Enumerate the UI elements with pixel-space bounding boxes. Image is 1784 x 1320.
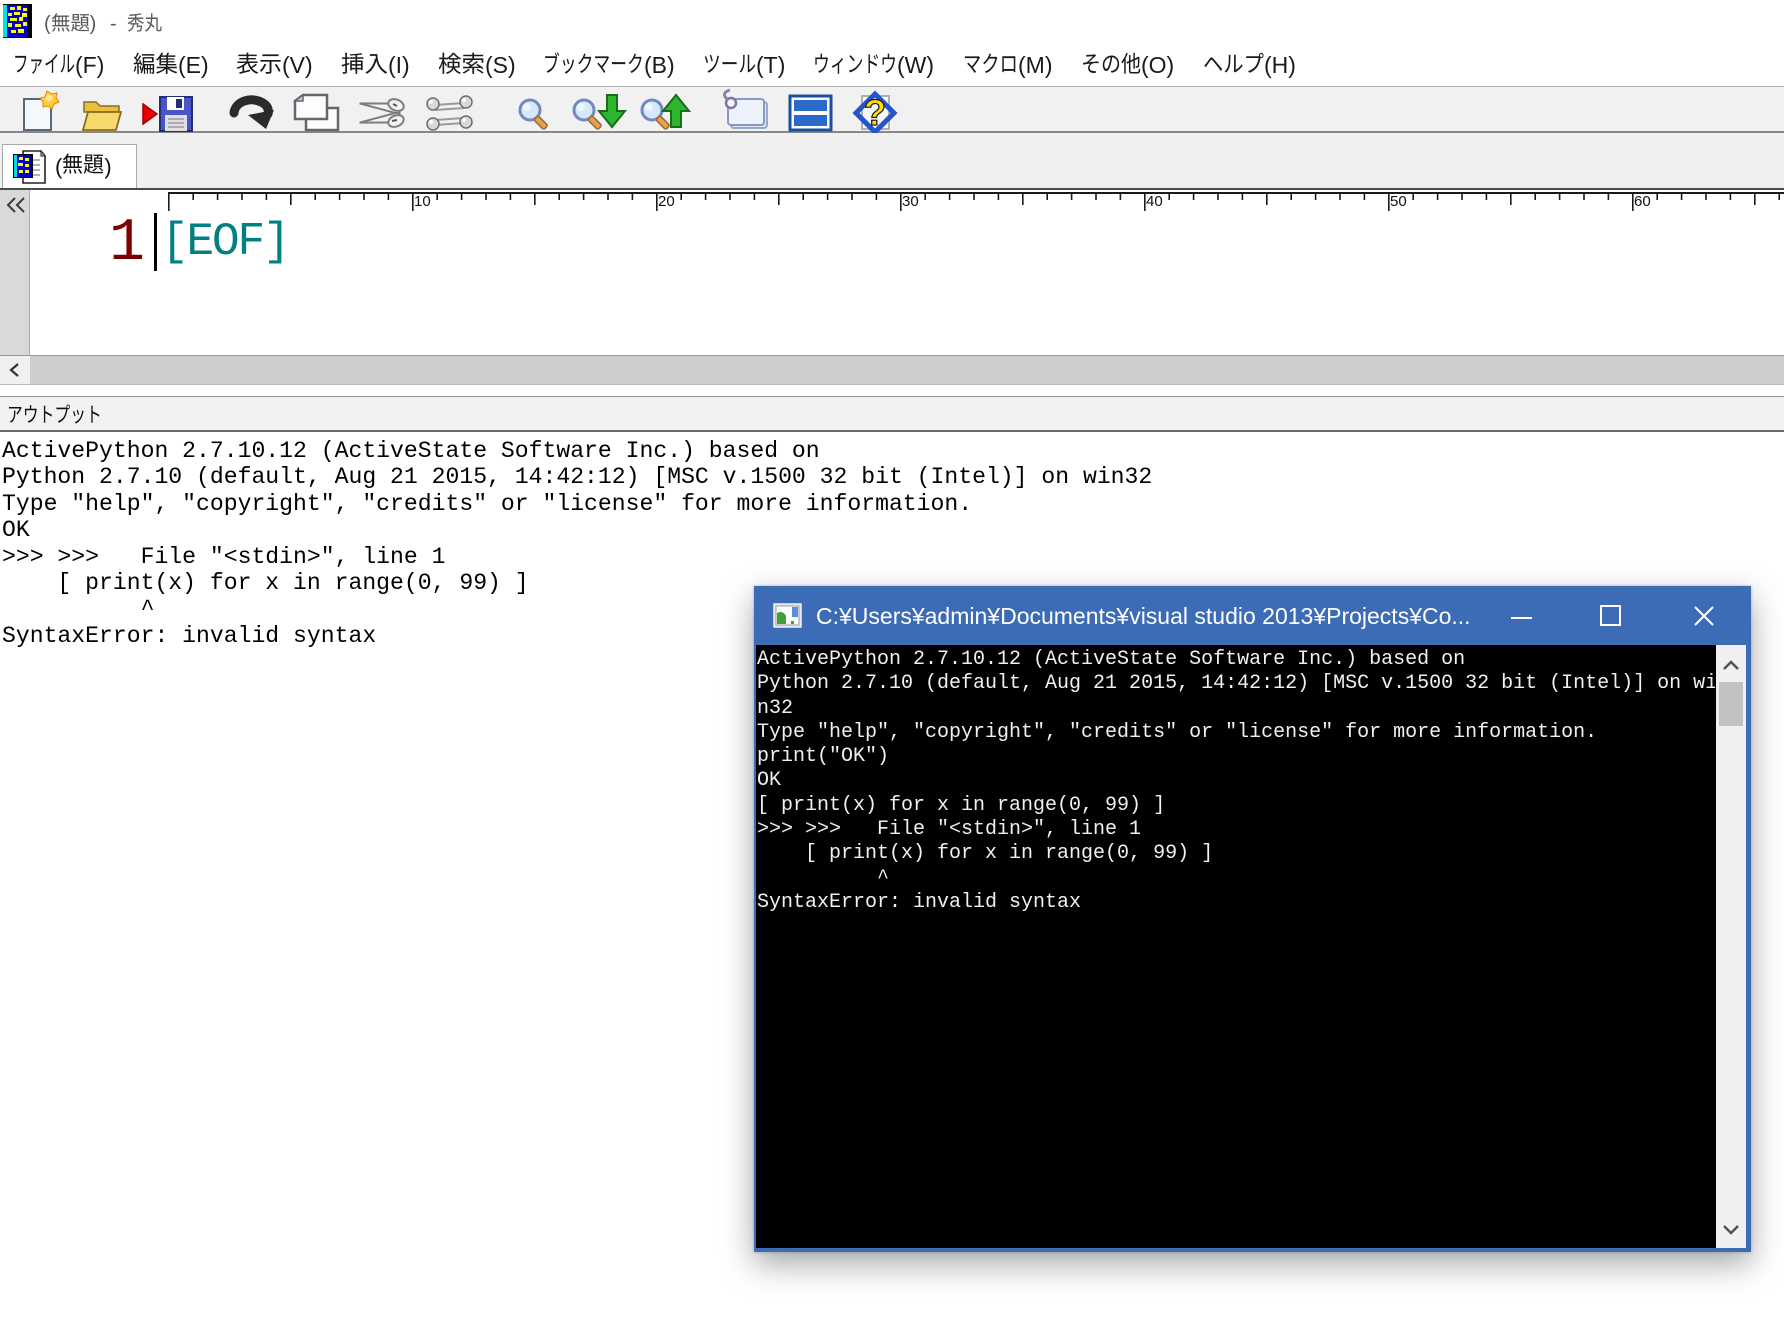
svg-text:40: 40 bbox=[1146, 193, 1163, 210]
svg-text:20: 20 bbox=[658, 193, 675, 210]
svg-text:50: 50 bbox=[1390, 193, 1407, 210]
svg-text:10: 10 bbox=[414, 193, 431, 210]
svg-text:30: 30 bbox=[902, 193, 919, 210]
svg-text:?: ? bbox=[864, 92, 886, 133]
svg-text:60: 60 bbox=[1634, 193, 1651, 210]
